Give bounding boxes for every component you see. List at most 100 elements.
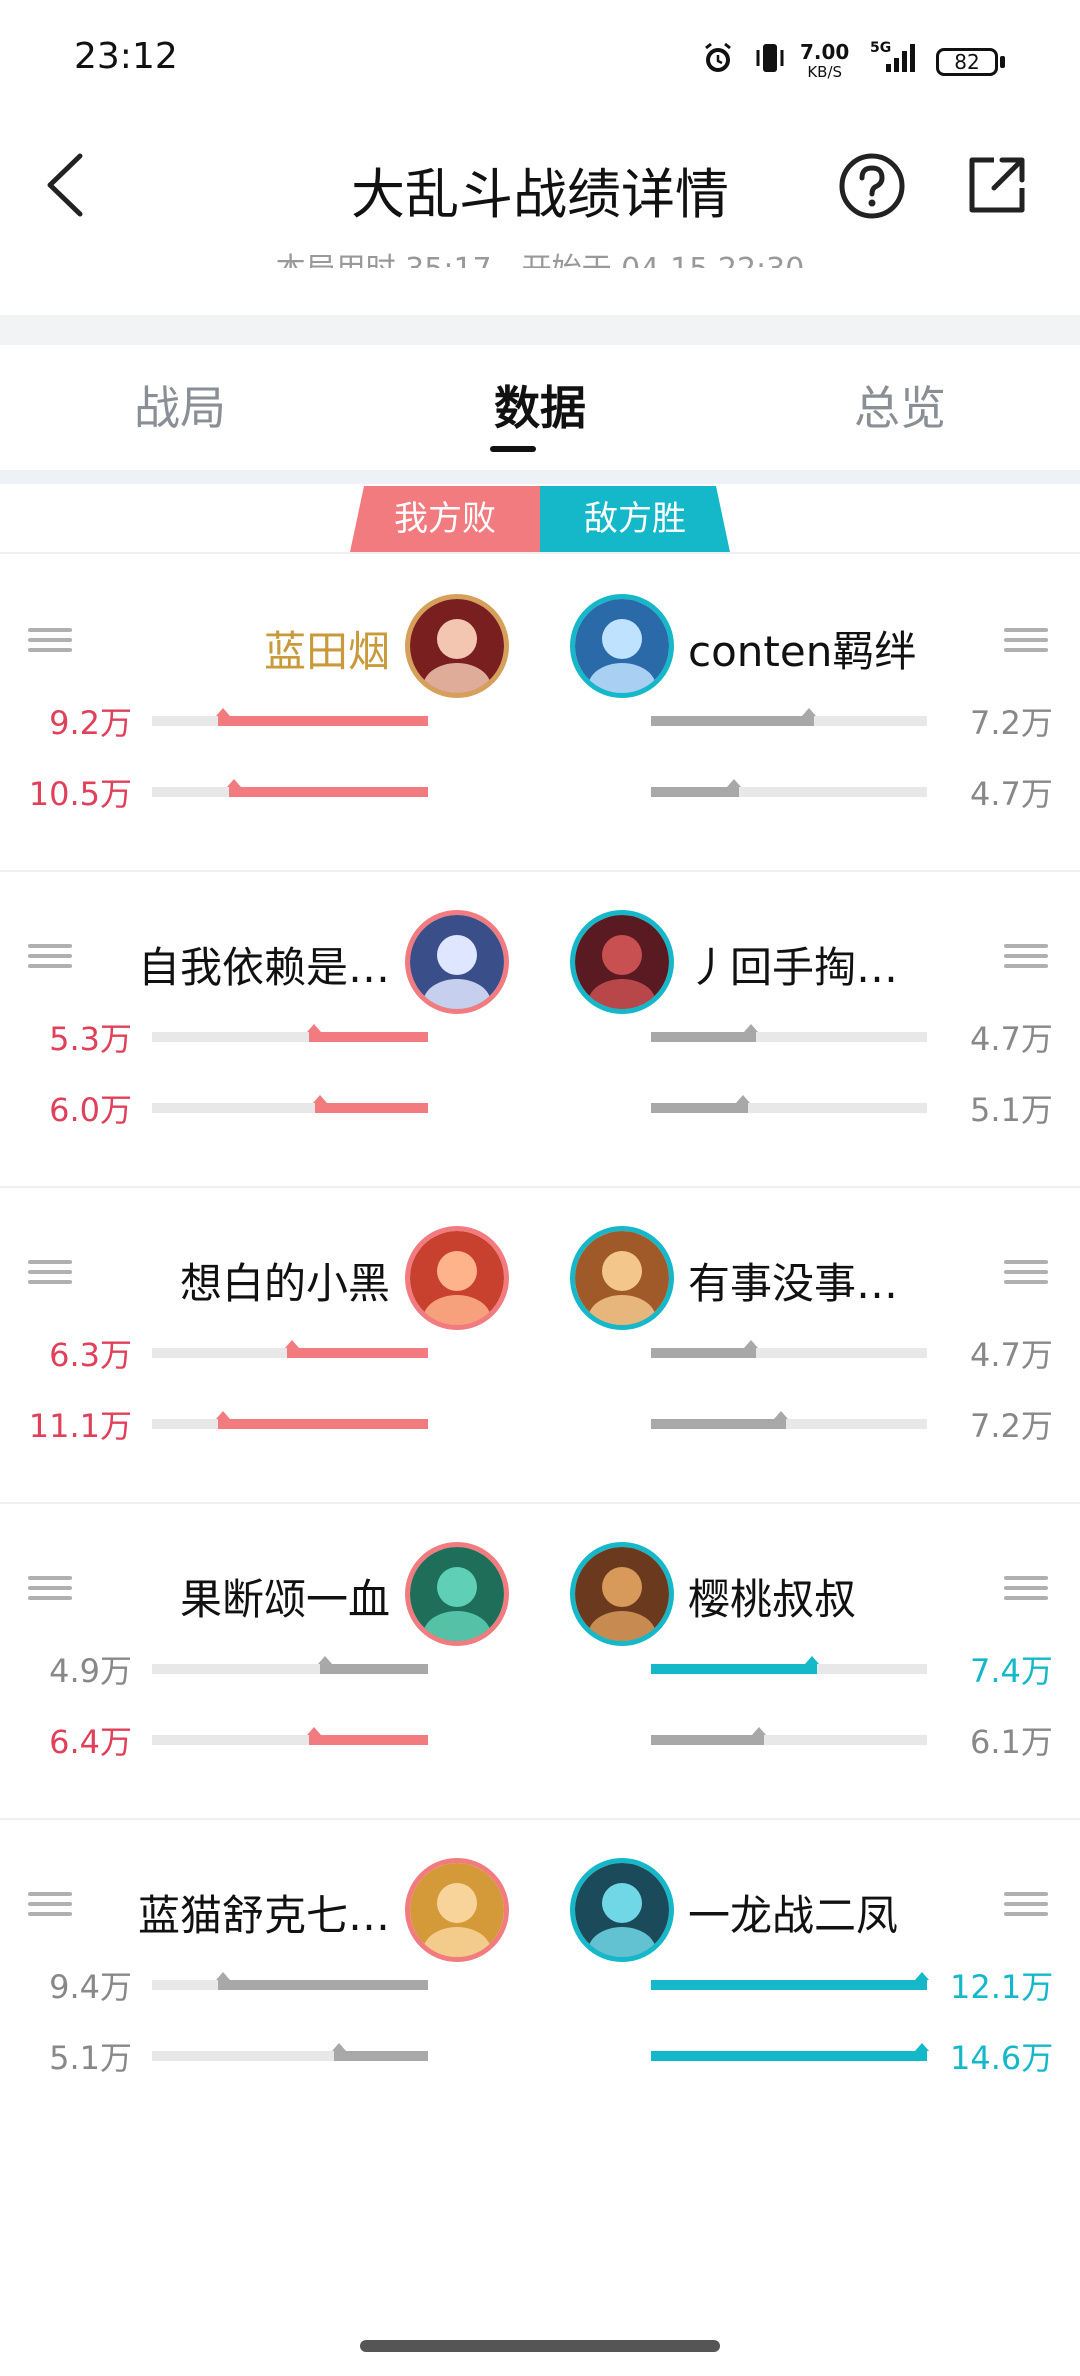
alarm-icon [705,42,731,72]
player-avatar-right[interactable] [570,1542,674,1646]
drag-handle-right[interactable] [1004,1260,1048,1284]
player-name-left[interactable]: 蓝猫舒克七… [130,1882,390,1943]
stat-bar-left-marker [285,1340,299,1348]
network-speed: 7.00 KB/S [800,42,849,82]
stat-bar-right [651,1095,927,1113]
player-avatar-right[interactable] [570,910,674,1014]
stat-value-left: 11.1万 [28,1407,132,1445]
player-avatar-left[interactable] [405,1542,509,1646]
hero-avatar-fizz-icon [410,915,504,1009]
stat-value-right: 7.2万 [970,704,1053,742]
stat-bar-left-marker [216,708,230,716]
hero-avatar-nidalee-icon [575,915,669,1009]
player-avatar-right[interactable] [570,1858,674,1962]
stat-bar-left-fill [218,1980,428,1990]
stat-value-left: 6.3万 [49,1336,132,1374]
player-name-right[interactable]: 丿回手掏… [688,934,948,995]
tabs-divider [0,470,1080,484]
player-name-left[interactable]: 自我依赖是… [130,934,390,995]
player-avatar-left[interactable] [405,594,509,698]
home-indicator[interactable] [360,2340,720,2352]
player-name-right[interactable]: 有事没事… [688,1250,948,1311]
stat-bar-left [152,1340,428,1358]
hero-avatar-teemo-icon [575,599,669,693]
stat-value-right: 4.7万 [970,1336,1053,1374]
stat-bar-left-marker [332,2043,346,2051]
hero-avatar-tristana-icon [410,1863,504,1957]
stat-value-left: 6.4万 [49,1723,132,1761]
stat-value-right: 7.4万 [970,1652,1053,1690]
stat-bar-right-marker [744,1024,758,1032]
section-divider [0,315,1080,345]
stat-bar-right-fill [651,1032,756,1042]
stat-bar-left-marker [227,779,241,787]
stat-bar-left [152,1656,428,1674]
matchup-row: 果断颂一血 樱桃叔叔 4.9万 7.4万 6.4万 6.1万 [0,1504,1080,1820]
hero-avatar-wukong-icon [575,1231,669,1325]
drag-handle-right[interactable] [1004,944,1048,968]
stat-bar-left [152,779,428,797]
hero-avatar-gragas-icon [575,1547,669,1641]
stat-bar-right [651,779,927,797]
matchup-row: 想白的小黑 有事没事… 6.3万 4.7万 11.1万 7.2万 [0,1188,1080,1504]
net-speed-unit: KB/S [807,63,843,81]
drag-handle-right[interactable] [1004,1892,1048,1916]
player-name-left[interactable]: 想白的小黑 [130,1250,390,1311]
player-avatar-left[interactable] [405,1858,509,1962]
battery-icon: 82 [936,48,998,76]
drag-handle-right[interactable] [1004,1576,1048,1600]
player-name-left[interactable]: 蓝田烟 [130,618,390,679]
drag-handle-right[interactable] [1004,628,1048,652]
stat-bar-left-fill [315,1103,428,1113]
stat-bar-left-marker [313,1095,327,1103]
stat-bar-right-fill [651,1735,764,1745]
stat-bar-right-fill [651,1419,786,1429]
net-speed-value: 7.00 [800,40,850,64]
hero-avatar-volibear-icon [410,1231,504,1325]
drag-handle-left[interactable] [28,1892,72,1916]
drag-handle-left[interactable] [28,628,72,652]
player-name-right[interactable]: 樱桃叔叔 [688,1566,948,1627]
help-circle-icon[interactable] [838,152,906,220]
hero-avatar-kayn-icon [410,1547,504,1641]
stat-bar-right-marker [915,1972,929,1980]
stat-bar-right-marker [915,2043,929,2051]
match-duration: 本局用时 35:17，开始于 04-15 22:30 [0,244,1080,268]
stat-bar-right [651,1656,927,1674]
stat-bar-left [152,1972,428,1990]
stat-bar-right [651,1411,927,1429]
drag-handle-left[interactable] [28,944,72,968]
player-name-right[interactable]: conten羁绊 [688,618,948,679]
tab-data[interactable]: 数据 [360,372,720,438]
player-avatar-left[interactable] [405,1226,509,1330]
stat-bar-right-marker [752,1727,766,1735]
stat-bar-left [152,708,428,726]
tab-overview[interactable]: 总览 [720,372,1080,438]
share-external-icon[interactable] [964,152,1030,218]
stat-bar-left-fill [334,2051,428,2061]
stat-bar-left-marker [318,1656,332,1664]
player-avatar-right[interactable] [570,594,674,698]
stat-value-right: 14.6万 [950,2039,1054,2077]
stat-bar-right-fill [651,1664,817,1674]
player-avatar-right[interactable] [570,1226,674,1330]
stat-bar-right-fill [651,2051,927,2061]
stat-bar-right [651,1972,929,1990]
stat-bar-right-fill [651,1103,748,1113]
drag-handle-left[interactable] [28,1260,72,1284]
stat-bar-left-fill [218,716,428,726]
stat-value-left: 5.3万 [49,1020,132,1058]
player-name-right[interactable]: 一龙战二凤 [688,1882,948,1943]
matchup-row: 自我依赖是… 丿回手掏… 5.3万 4.7万 6.0万 5.1万 [0,872,1080,1188]
stat-value-left: 9.4万 [49,1968,132,2006]
stat-value-left: 5.1万 [49,2039,132,2077]
tab-record[interactable]: 战局 [0,372,360,438]
stat-bar-right-marker [727,779,741,787]
stat-value-right: 5.1万 [970,1091,1053,1129]
drag-handle-left[interactable] [28,1576,72,1600]
stat-bar-right-fill [651,787,739,797]
stat-bar-right-marker [744,1340,758,1348]
stat-bar-left-fill [309,1032,428,1042]
player-name-left[interactable]: 果断颂一血 [130,1566,390,1627]
player-avatar-left[interactable] [405,910,509,1014]
